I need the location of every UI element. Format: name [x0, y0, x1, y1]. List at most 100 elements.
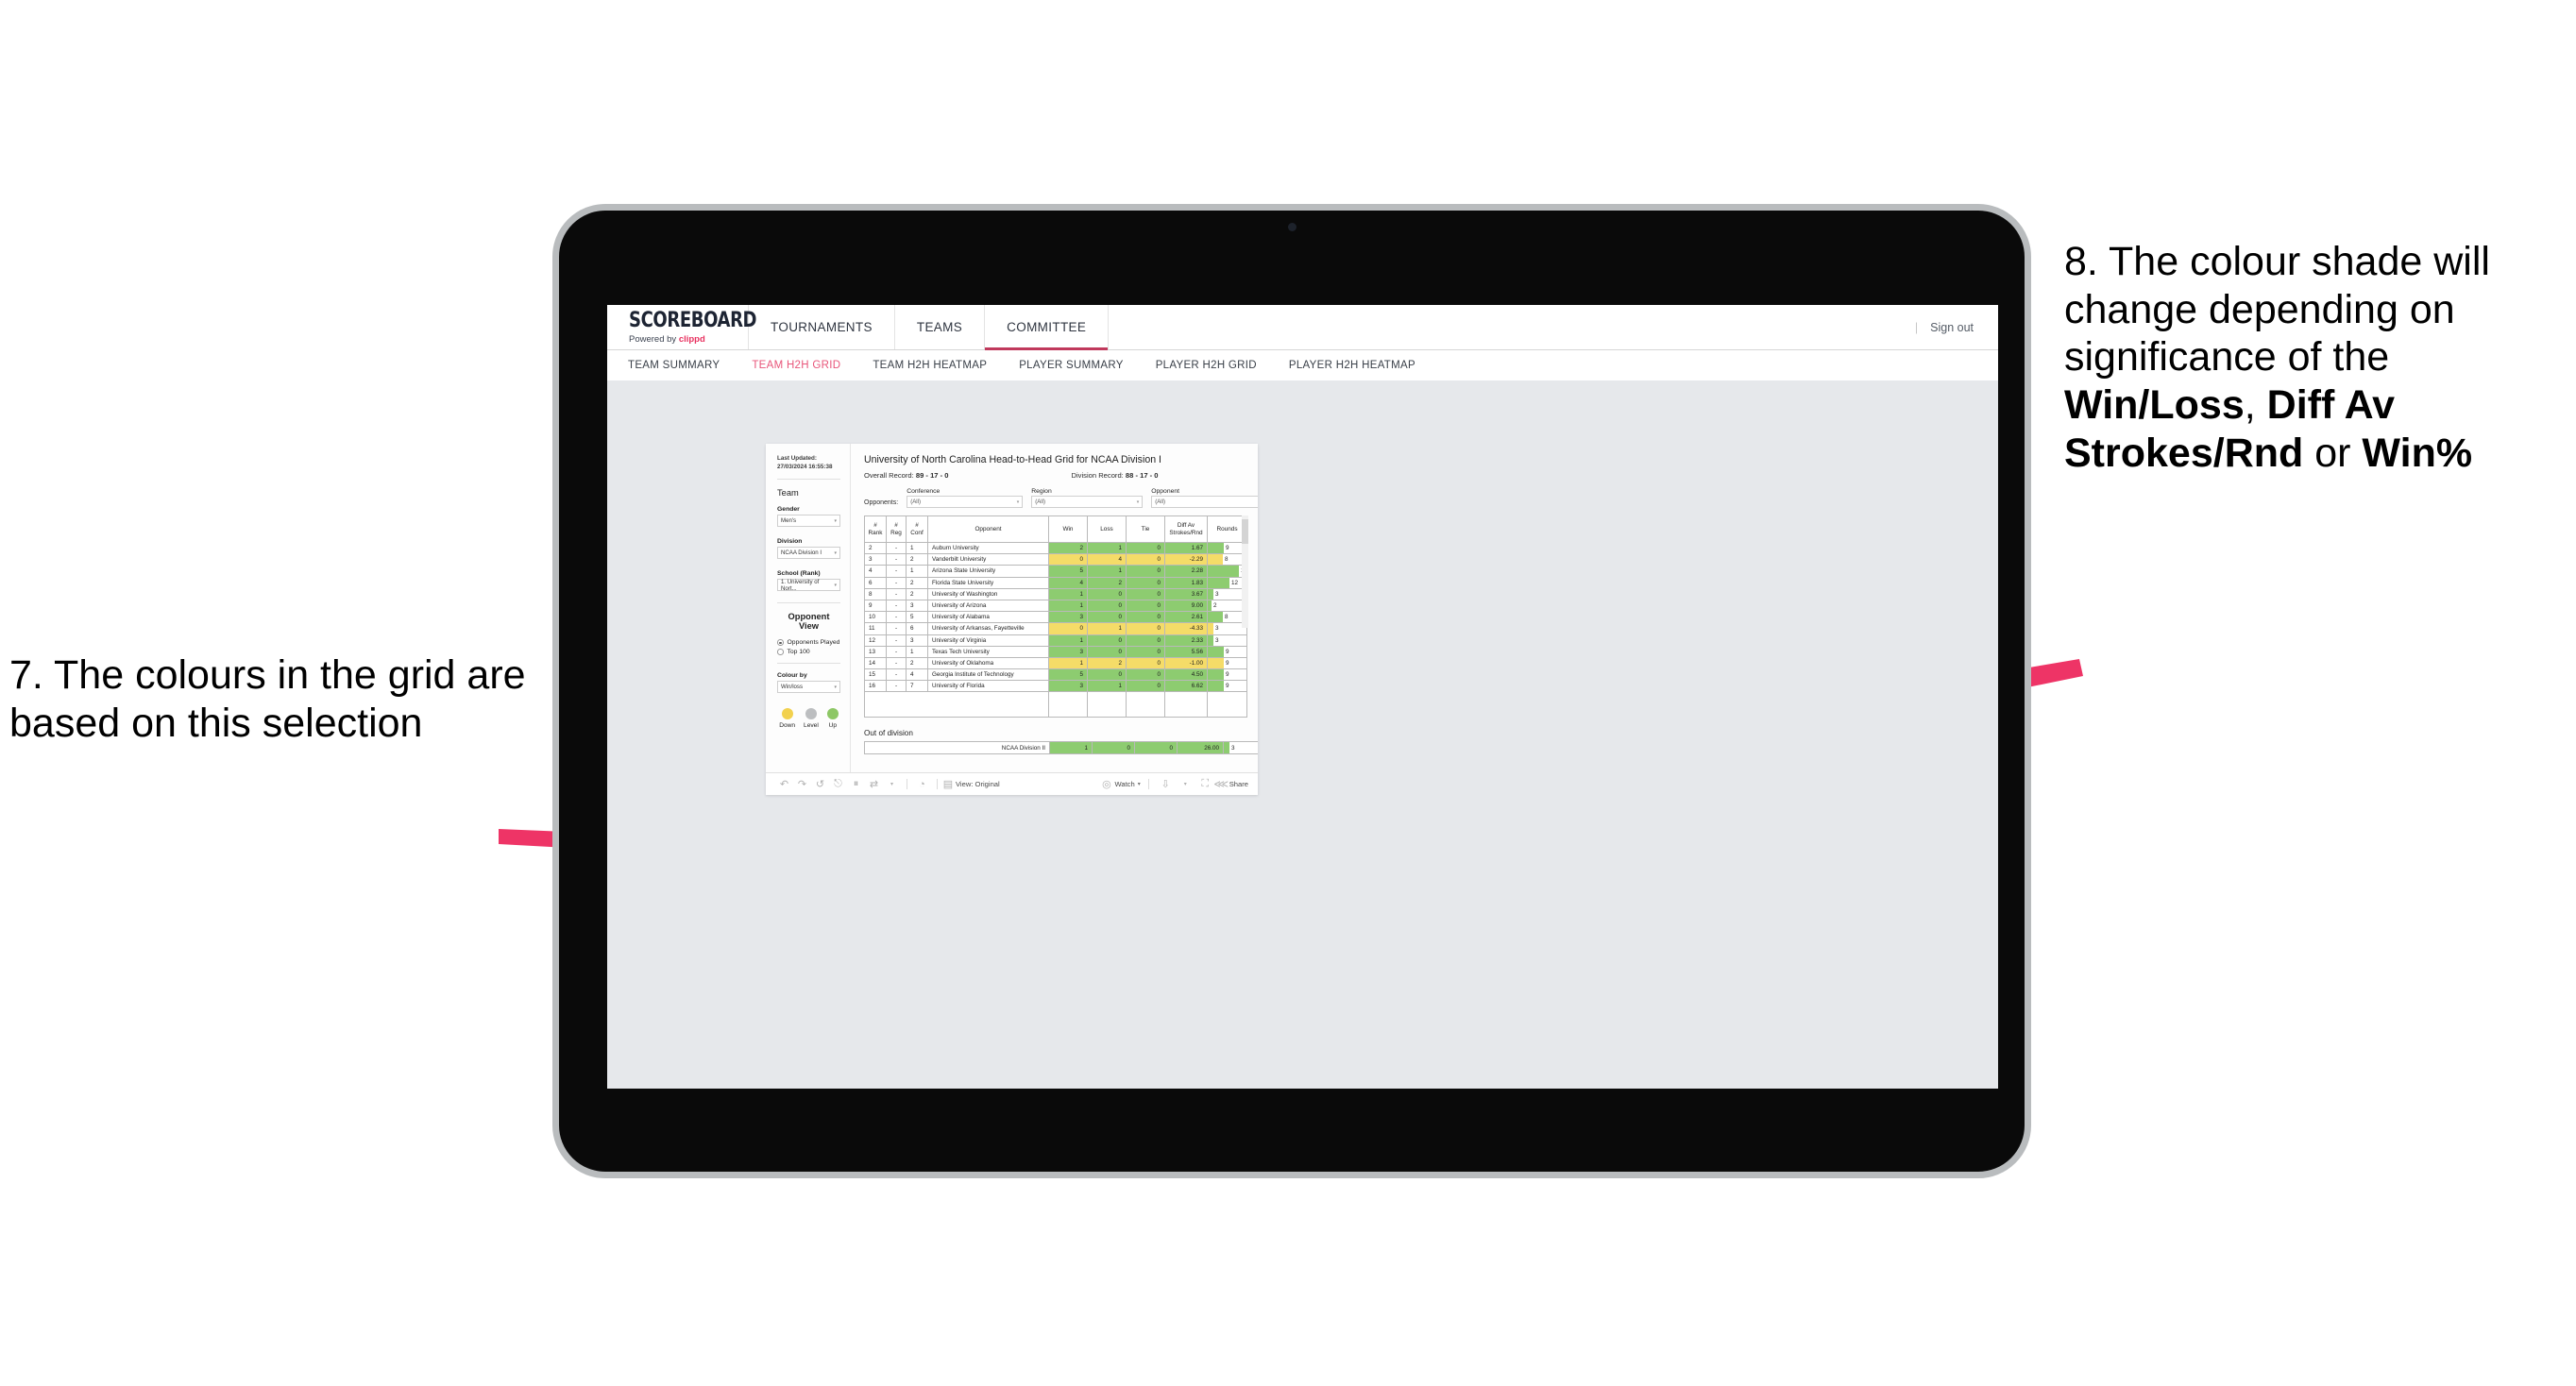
power-button[interactable]: [552, 418, 556, 443]
table-row[interactable]: NCAA Division II 1 0 0 26.00 3: [864, 741, 1258, 755]
cell-rank: 12: [864, 634, 887, 647]
volume-down-button[interactable]: [552, 562, 556, 611]
gender-select[interactable]: Men's ▾: [777, 515, 840, 527]
topnav-item-tournaments[interactable]: TOURNAMENTS: [749, 305, 895, 349]
table-row[interactable]: 6-2 Florida State University 4 2 0 1.83 12: [864, 576, 1247, 589]
table-filler-cell: [1048, 691, 1088, 718]
col-conf[interactable]: # Conf: [906, 516, 928, 543]
col-opponent[interactable]: Opponent: [927, 516, 1049, 543]
opponent-filter-select[interactable]: (All) ▾: [1151, 496, 1258, 508]
annotation-8-lead: 8. The colour shade will change dependin…: [2064, 239, 2490, 380]
col-win[interactable]: Win: [1048, 516, 1088, 543]
table-row[interactable]: 14-2 University of Oklahoma 1 2 0 -1.00 9: [864, 656, 1247, 670]
table-row[interactable]: 3-2 Vanderbilt University 0 4 0 -2.29 8: [864, 553, 1247, 566]
cell-rank: 10: [864, 611, 887, 624]
radio-opponents-played[interactable]: Opponents Played: [777, 639, 840, 646]
cell-win: 4: [1048, 576, 1088, 589]
chevron-down-icon[interactable]: ▾: [883, 775, 901, 793]
redo-icon[interactable]: ↷: [793, 775, 811, 793]
undo-icon[interactable]: ↶: [775, 775, 793, 793]
cell-diff-av-strokes: -2.29: [1164, 553, 1208, 566]
subnav-item-team-h2h-grid[interactable]: TEAM H2H GRID: [752, 360, 840, 371]
region-filter-select[interactable]: (All) ▾: [1031, 496, 1144, 508]
col-diff-av-strokes[interactable]: Diff Av Strokes/Rnd: [1164, 516, 1208, 543]
cell-tie: 0: [1126, 587, 1165, 600]
table-row[interactable]: 2-1 Auburn University 2 1 0 1.67 9: [864, 541, 1247, 555]
table-header-row: # Rank # Reg # Conf Opponent Win Loss Tie D…: [864, 516, 1247, 543]
out-of-division-table: NCAA Division II 1 0 0 26.00 3: [864, 741, 1258, 755]
table-row[interactable]: 12-3 University of Virginia 1 0 0 2.33 3: [864, 634, 1247, 647]
table-row[interactable]: 4-1Arizona State University5102.2817: [864, 565, 1247, 578]
cell-diff-av-strokes: 4.50: [1164, 668, 1208, 682]
subnav-item-team-summary[interactable]: TEAM SUMMARY: [628, 360, 720, 371]
col-reg[interactable]: # Reg: [886, 516, 907, 543]
watch-label: Watch: [1114, 780, 1135, 788]
grid-scrollbar-thumb[interactable]: [1242, 519, 1248, 544]
cell-tie: 0: [1126, 634, 1165, 647]
rounds-bar: [1208, 612, 1223, 623]
cell-opponent: Georgia Institute of Technology: [927, 668, 1049, 682]
table-row[interactable]: 10-5 University of Alabama 3 0 0 2.61 8: [864, 611, 1247, 624]
out-of-division-body: NCAA Division II 1 0 0 26.00 3: [864, 741, 1258, 755]
fullscreen-icon[interactable]: ⛶: [1196, 775, 1214, 793]
subnav-item-team-h2h-heatmap[interactable]: TEAM H2H HEATMAP: [873, 360, 987, 371]
cell-conf: 2: [906, 553, 928, 566]
share-icon: ⋘: [1213, 779, 1229, 790]
volume-up-button[interactable]: [552, 494, 556, 543]
chevron-down-icon: ▾: [1137, 782, 1141, 787]
toolbar-divider-3: [1147, 779, 1149, 789]
table-filler-cell: [1164, 691, 1208, 718]
view-original-button[interactable]: ▤ View: Original: [943, 775, 1000, 793]
overall-record-label: Overall Record:: [864, 471, 916, 480]
school-value: 1. University of Nort...: [781, 578, 820, 592]
h2h-grid-body: 2-1 Auburn University 2 1 0 1.67 9 3-2 Vanderbil…: [864, 541, 1247, 718]
rounds-value: 3: [1231, 744, 1235, 752]
cell-loss: 0: [1087, 587, 1127, 600]
cell-rounds: 9: [1207, 645, 1247, 658]
topnav-item-committee[interactable]: COMMITTEE: [985, 305, 1110, 350]
cell-reg: -: [886, 541, 907, 555]
table-row[interactable]: 11-6 University of Arkansas, Fayetteville…: [864, 622, 1247, 635]
school-select[interactable]: 1. University of Nort... ▾: [777, 578, 840, 592]
subnav-item-player-h2h-grid[interactable]: PLAYER H2H GRID: [1156, 360, 1257, 371]
sign-out-link[interactable]: Sign out: [1930, 321, 1974, 334]
table-row[interactable]: 8-2 University of Washington 1 0 0 3.67 3: [864, 587, 1247, 600]
conference-filter-select[interactable]: (All) ▾: [907, 496, 1024, 508]
swap-icon[interactable]: ⇄: [865, 775, 883, 793]
cell-win: 3: [1048, 680, 1088, 693]
refresh-data-icon[interactable]: ⎋: [829, 775, 847, 793]
col-rank[interactable]: # Rank: [864, 516, 887, 543]
opponent-filter-caption: Opponent: [1151, 488, 1180, 495]
overall-record-value: 89 - 17 - 0: [915, 471, 949, 480]
table-row[interactable]: 15-4 Georgia Institute of Technology 5 0 0 4.…: [864, 668, 1247, 682]
legend-dot-down: [781, 708, 793, 719]
share-button[interactable]: ⋘ Share: [1213, 775, 1248, 793]
topnav-item-teams[interactable]: TEAMS: [895, 305, 986, 349]
col-loss[interactable]: Loss: [1087, 516, 1127, 543]
cell-win: 3: [1048, 611, 1088, 624]
history-icon[interactable]: ◔: [913, 775, 931, 793]
cell-conf: 1: [906, 565, 928, 578]
watch-button[interactable]: ◎ Watch ▾: [1101, 775, 1141, 793]
radio-top-100[interactable]: Top 100: [777, 649, 840, 655]
table-row[interactable]: 9-3 University of Arizona 1 0 0 9.00 2: [864, 599, 1247, 613]
table-row[interactable]: 16-7 University of Florida 3 1 0 6.62 9: [864, 680, 1247, 693]
subnav-item-player-h2h-heatmap[interactable]: PLAYER H2H HEATMAP: [1289, 360, 1415, 371]
grid-scrollbar[interactable]: [1242, 516, 1248, 628]
col-reg-l2: Reg: [890, 529, 902, 536]
colour-by-select[interactable]: Win/loss ▾: [777, 681, 840, 693]
chevron-down-icon[interactable]: ▾: [1177, 775, 1195, 793]
col-tie[interactable]: Tie: [1126, 516, 1165, 543]
app-logo[interactable]: SCOREBOARD Powered by clippd: [607, 305, 757, 349]
pause-updates-icon[interactable]: ⏸: [847, 775, 865, 793]
legend-item-up: Up: [826, 708, 839, 729]
conference-filter: Conference (All) ▾: [907, 488, 1024, 508]
division-select[interactable]: NCAA Division I ▾: [777, 547, 840, 559]
table-filler-cell: [906, 691, 928, 718]
subnav-item-player-summary[interactable]: PLAYER SUMMARY: [1019, 360, 1124, 371]
revert-icon[interactable]: ↺: [811, 775, 829, 793]
table-row[interactable]: 13-1 Texas Tech University 3 0 0 5.56 9: [864, 645, 1247, 658]
download-icon[interactable]: ⇩: [1157, 775, 1175, 793]
table-filler-cell: [864, 691, 887, 718]
rounds-value: 9: [1226, 545, 1229, 552]
